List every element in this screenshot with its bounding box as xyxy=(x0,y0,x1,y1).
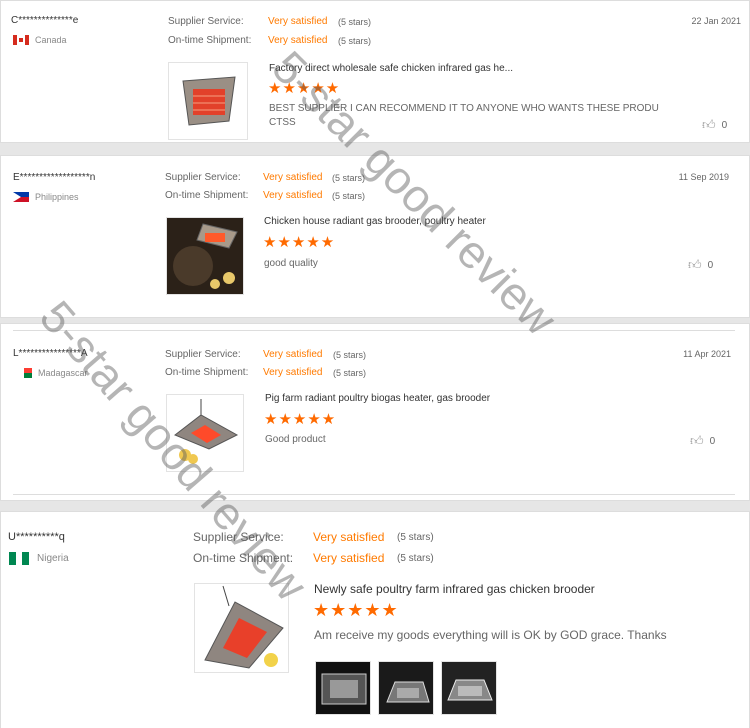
supplier-service-value: Very satisfied xyxy=(313,530,385,544)
like-count: 0 xyxy=(707,259,714,271)
like-count: 0 xyxy=(721,119,728,131)
supplier-service-stars: (5 stars) xyxy=(338,17,372,27)
thumbs-up-icon: 👍︎ xyxy=(690,433,704,448)
product-thumbnail[interactable] xyxy=(166,394,244,472)
ontime-shipment-label: On-time Shipment: xyxy=(165,367,249,378)
review-date: 11 Apr 2021 xyxy=(683,349,731,359)
review-photo-3[interactable] xyxy=(441,661,497,715)
photo-image-icon xyxy=(386,681,430,703)
nigeria-flag-icon xyxy=(9,552,29,565)
ontime-shipment-label: On-time Shipment: xyxy=(165,190,249,201)
country-label: Philippines xyxy=(35,192,79,202)
ontime-shipment-stars: (5 stars) xyxy=(333,368,367,378)
thumbs-up-icon: 👍︎ xyxy=(688,257,702,272)
review-text: Am receive my goods everything will is O… xyxy=(314,628,667,642)
supplier-service-stars: (5 stars) xyxy=(397,532,434,543)
bottom-divider xyxy=(13,494,735,495)
like-count: 0 xyxy=(709,435,716,447)
ontime-shipment-stars: (5 stars) xyxy=(332,191,366,201)
supplier-service-label: Supplier Service: xyxy=(165,349,241,360)
review-text: BEST SUPPLIER I CAN RECOMMEND IT TO ANYO… xyxy=(269,103,659,128)
ontime-shipment-value: Very satisfied xyxy=(268,35,328,46)
supplier-service-label: Supplier Service: xyxy=(168,16,244,27)
buyer-country: Canada xyxy=(13,35,67,45)
thumbs-up-icon: 👍︎ xyxy=(702,117,716,132)
buyer-country: Madagascar xyxy=(20,368,88,378)
supplier-service-label: Supplier Service: xyxy=(193,530,284,544)
supplier-service-label: Supplier Service: xyxy=(165,172,241,183)
product-thumbnail[interactable] xyxy=(168,62,248,140)
heater-image-icon xyxy=(174,399,239,464)
supplier-service-stars: (5 stars) xyxy=(333,350,367,360)
country-label: Nigeria xyxy=(37,553,69,564)
country-label: Madagascar xyxy=(38,368,88,378)
rating-stars: ★★★★★ xyxy=(264,411,337,428)
top-divider xyxy=(13,330,735,331)
rating-stars: ★★★★★ xyxy=(263,234,336,251)
review-card-1: C**************e Canada Supplier Service… xyxy=(0,0,750,143)
review-text: good quality xyxy=(264,258,318,269)
photo-image-icon xyxy=(447,679,493,701)
buyer-country: Philippines xyxy=(13,192,79,202)
buyer-name: L****************A xyxy=(13,348,88,359)
buyer-name: E******************n xyxy=(13,172,96,183)
rating-stars: ★★★★★ xyxy=(268,80,341,97)
review-date: 11 Sep 2019 xyxy=(678,172,729,182)
buyer-country: Nigeria xyxy=(9,552,69,565)
supplier-service-value: Very satisfied xyxy=(263,172,323,183)
product-title-link[interactable]: Factory direct wholesale safe chicken in… xyxy=(269,63,513,74)
like-button[interactable]: 👍︎ 0 xyxy=(688,257,713,273)
buyer-name: C**************e xyxy=(11,15,79,26)
ontime-shipment-stars: (5 stars) xyxy=(397,553,434,564)
buyer-name: U**********q xyxy=(8,531,65,543)
supplier-service-stars: (5 stars) xyxy=(332,173,366,183)
supplier-service-value: Very satisfied xyxy=(263,349,323,360)
review-text: Good product xyxy=(265,434,326,445)
heater-image-icon xyxy=(204,585,284,669)
product-title-link[interactable]: Pig farm radiant poultry biogas heater, … xyxy=(265,393,490,404)
heater-image-icon xyxy=(167,218,243,294)
photo-image-icon xyxy=(321,673,367,705)
review-photo-1[interactable] xyxy=(315,661,371,715)
madagascar-flag-icon xyxy=(20,368,32,378)
review-card-4: U**********q Nigeria Supplier Service: V… xyxy=(0,511,750,728)
like-button[interactable]: 👍︎ 0 xyxy=(690,433,715,449)
canada-flag-icon xyxy=(13,35,29,45)
review-card-2: E******************n Philippines Supplie… xyxy=(0,155,750,318)
ontime-shipment-value: Very satisfied xyxy=(263,190,323,201)
rating-stars: ★★★★★ xyxy=(313,600,399,620)
country-label: Canada xyxy=(35,35,67,45)
review-date: 22 Jan 2021 xyxy=(691,16,741,26)
review-photo-2[interactable] xyxy=(378,661,434,715)
product-title-link[interactable]: Newly safe poultry farm infrared gas chi… xyxy=(314,582,595,596)
product-thumbnail[interactable] xyxy=(166,217,244,295)
review-card-3: L****************A Madagascar Supplier S… xyxy=(0,323,750,501)
like-button[interactable]: 👍︎ 0 xyxy=(702,117,727,133)
ontime-shipment-label: On-time Shipment: xyxy=(168,35,252,46)
product-thumbnail[interactable] xyxy=(194,583,289,673)
heater-image-icon xyxy=(182,76,236,126)
philippines-flag-icon xyxy=(13,192,29,202)
ontime-shipment-value: Very satisfied xyxy=(263,367,323,378)
product-title-link[interactable]: Chicken house radiant gas brooder, poult… xyxy=(264,216,486,227)
ontime-shipment-label: On-time Shipment: xyxy=(193,551,294,565)
ontime-shipment-value: Very satisfied xyxy=(313,551,385,565)
supplier-service-value: Very satisfied xyxy=(268,16,328,27)
ontime-shipment-stars: (5 stars) xyxy=(338,36,372,46)
